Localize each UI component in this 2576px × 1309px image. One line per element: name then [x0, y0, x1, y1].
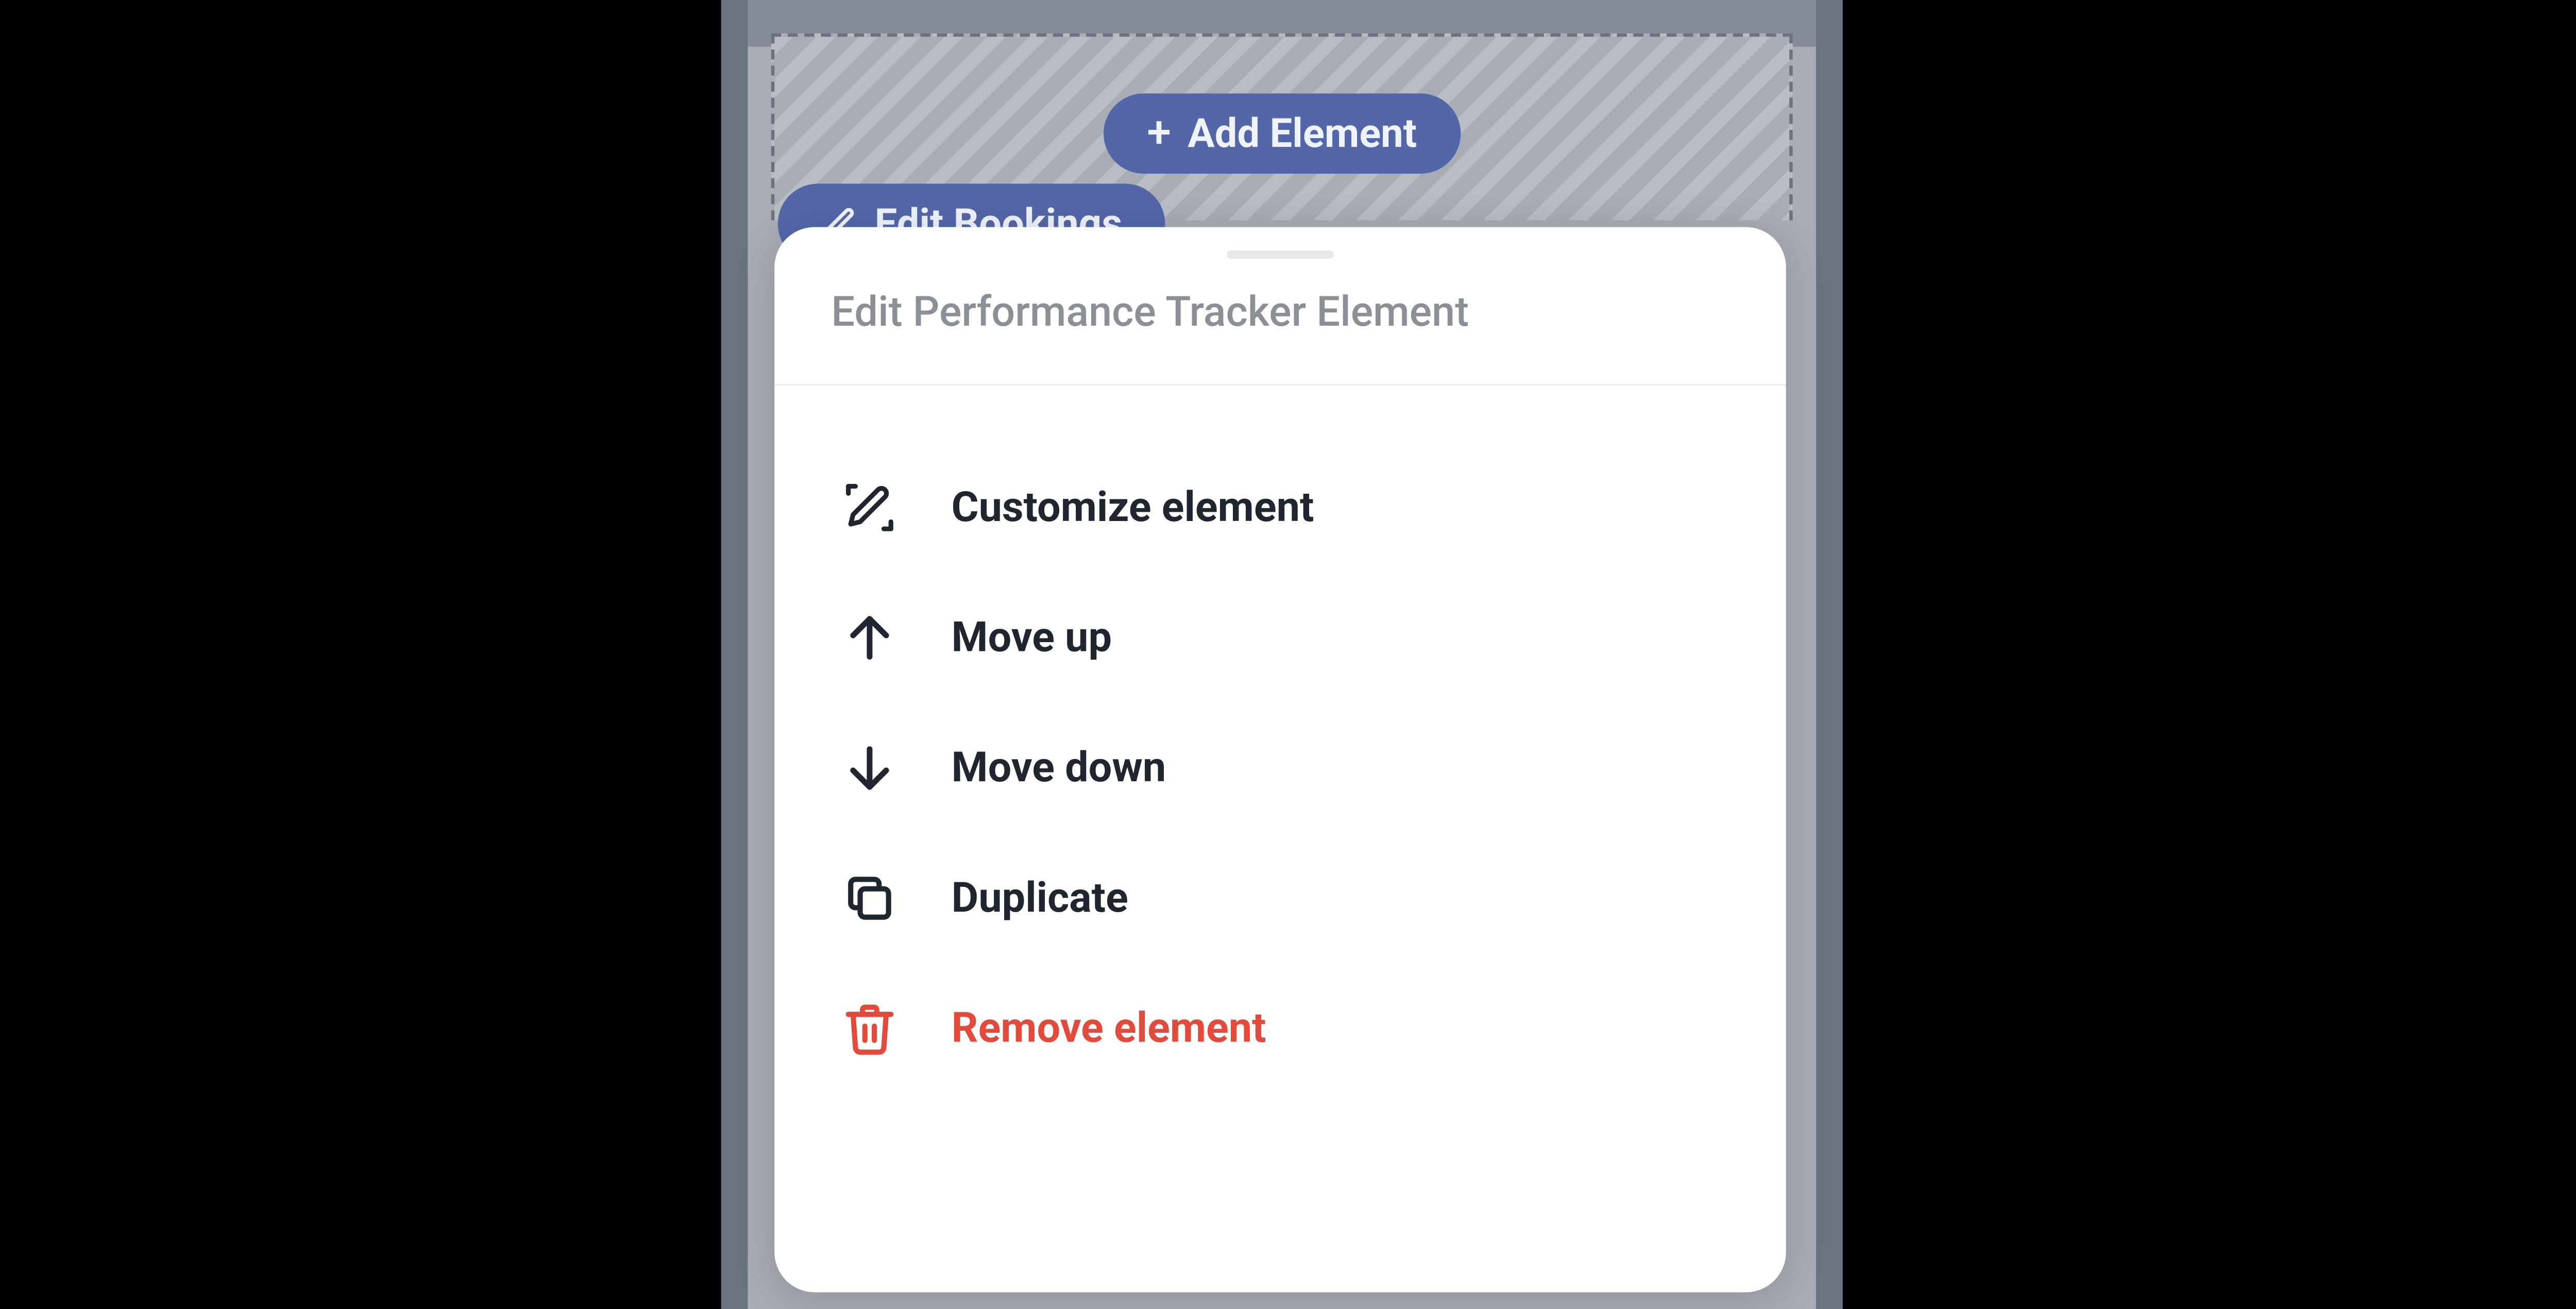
menu-item-label: Duplicate: [952, 874, 1128, 922]
add-element-button[interactable]: + Add Element: [1104, 93, 1460, 174]
menu-item-label: Remove element: [952, 1004, 1266, 1053]
customize-icon: [841, 479, 898, 536]
plus-icon: +: [1147, 112, 1171, 155]
arrow-up-icon: [841, 610, 898, 666]
duplicate-icon: [841, 870, 898, 927]
sheet-title: Edit Performance Tracker Element: [774, 269, 1786, 386]
menu-item-label: Customize element: [952, 483, 1314, 532]
add-element-label: Add Element: [1188, 110, 1417, 157]
remove-element-item[interactable]: Remove element: [831, 963, 1729, 1094]
move-up-item[interactable]: Move up: [831, 573, 1729, 703]
menu-list: Customize element Move up: [774, 385, 1786, 1094]
move-down-item[interactable]: Move down: [831, 703, 1729, 833]
editor-canvas: + Add Element Edit Bookings Edit Perform…: [748, 0, 1816, 1309]
sheet-grabber[interactable]: [1227, 250, 1333, 259]
arrow-down-icon: [841, 740, 898, 796]
customize-element-item[interactable]: Customize element: [831, 443, 1729, 573]
action-sheet: Edit Performance Tracker Element Customi…: [774, 227, 1786, 1293]
menu-item-label: Move up: [952, 614, 1112, 662]
trash-icon: [841, 1000, 898, 1057]
menu-item-label: Move down: [952, 744, 1166, 792]
duplicate-item[interactable]: Duplicate: [831, 833, 1729, 964]
